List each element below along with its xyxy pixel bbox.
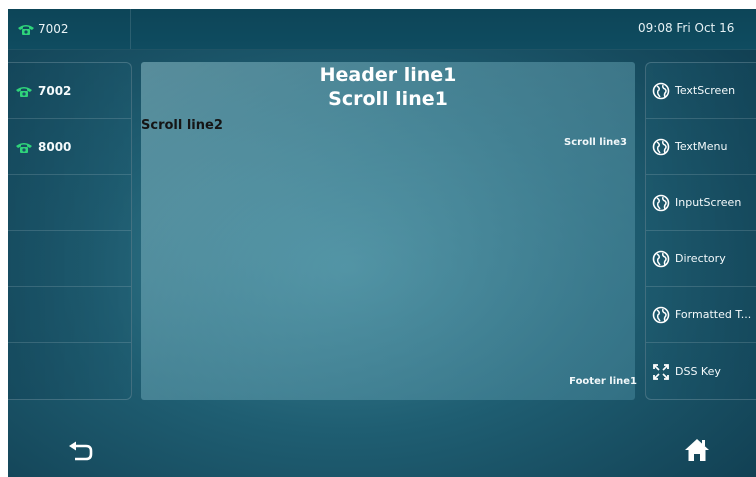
softkey-textscreen[interactable]: TextScreen (646, 63, 756, 119)
line-key-label: 7002 (38, 83, 72, 98)
line-key-4[interactable] (8, 231, 131, 287)
phone-icon (18, 25, 34, 35)
status-bar: 7002 09:08 Fri Oct 16 (8, 9, 756, 50)
soft-keys-panel: TextScreen TextMenu InputScreen Director… (645, 62, 756, 400)
softkey-formatted-text[interactable]: Formatted T... (646, 287, 756, 343)
softkey-label: TextScreen (675, 84, 736, 97)
bottom-bar (8, 413, 756, 477)
globe-icon (652, 250, 670, 267)
line-key-5[interactable] (8, 287, 131, 343)
phone-icon (16, 142, 32, 153)
softkey-label: InputScreen (675, 196, 742, 209)
softkey-label: DSS Key (675, 365, 721, 378)
status-account-label: 7002 (38, 22, 69, 36)
softkey-textmenu[interactable]: TextMenu (646, 119, 756, 175)
status-clock: 09:08 Fri Oct 16 (638, 21, 735, 35)
scroll-line-1: Scroll line1 (328, 88, 448, 110)
softkey-inputscreen[interactable]: InputScreen (646, 175, 756, 231)
status-account[interactable]: 7002 (16, 19, 69, 39)
phone-screen: 7002 09:08 Fri Oct 16 7002 8000 Header l… (8, 9, 756, 477)
phone-icon (16, 86, 32, 97)
globe-icon (652, 82, 670, 99)
line-key-3[interactable] (8, 175, 131, 231)
line-keys-panel: 7002 8000 (8, 62, 132, 400)
softkey-directory[interactable]: Directory (646, 231, 756, 287)
softkey-label: Directory (675, 252, 726, 265)
line-key-2[interactable]: 8000 (8, 119, 131, 175)
globe-icon (652, 138, 670, 155)
line-key-6[interactable] (8, 343, 131, 400)
softkey-dss-key[interactable]: DSS Key (646, 343, 756, 400)
header-line: Header line1 (319, 64, 457, 86)
footer-line: Footer line1 (569, 376, 637, 387)
scroll-line-3: Scroll line3 (564, 137, 627, 148)
globe-icon (652, 194, 670, 211)
text-screen-content: Header line1 Scroll line1 Scroll line2 S… (141, 62, 637, 400)
softkey-label: TextMenu (675, 140, 728, 153)
expand-icon (653, 363, 669, 380)
back-arrow-icon[interactable] (66, 441, 94, 463)
globe-icon (652, 306, 670, 323)
line-key-label: 8000 (38, 139, 72, 154)
scroll-line-2: Scroll line2 (141, 118, 223, 133)
home-icon[interactable] (684, 437, 710, 463)
status-divider (130, 9, 131, 49)
softkey-label: Formatted T... (675, 308, 752, 321)
line-key-1[interactable]: 7002 (8, 63, 131, 119)
